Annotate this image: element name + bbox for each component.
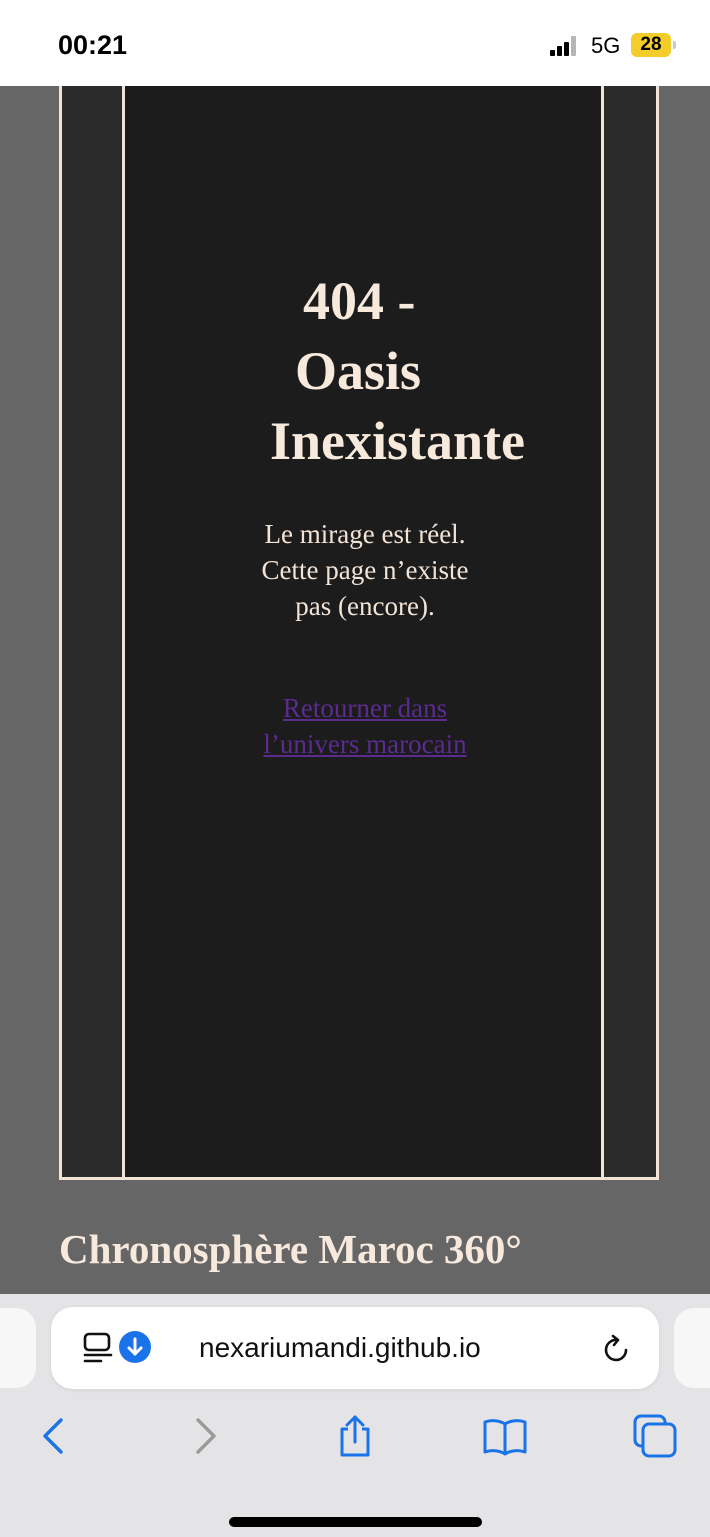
network-type: 5G: [591, 33, 621, 58]
error-panel: 404 - Oasis Inexistante Le mirage est ré…: [122, 86, 604, 1177]
signal-strength-icon: [550, 36, 578, 56]
error-message: Le mirage est réel. Cette page n’existe …: [261, 519, 469, 621]
battery-icon: 28: [631, 33, 671, 57]
previous-tab-preview[interactable]: [0, 1308, 36, 1388]
reload-icon[interactable]: [602, 1333, 632, 1365]
back-icon[interactable]: [29, 1412, 77, 1460]
site-footer-title: Chronosphère Maroc 360°: [59, 1226, 522, 1272]
browser-chrome: nexariumandi.github.io: [0, 1294, 710, 1537]
status-bar: 00:21 5G 28: [0, 0, 710, 86]
error-title-line: Oasis: [295, 341, 422, 401]
return-home-link[interactable]: Retourner dans l’univers marocain: [255, 690, 475, 762]
error-title-line: Inexistante: [270, 411, 525, 471]
error-title: 404 - Oasis Inexistante: [255, 266, 555, 476]
battery-tip: [673, 41, 676, 49]
next-tab-preview[interactable]: [674, 1308, 710, 1388]
share-icon[interactable]: [331, 1412, 379, 1460]
web-content: 404 - Oasis Inexistante Le mirage est ré…: [0, 86, 710, 1294]
status-time: 00:21: [58, 30, 128, 60]
download-icon[interactable]: [119, 1331, 151, 1363]
error-title-line: 404 -: [303, 271, 416, 331]
forward-icon[interactable]: [182, 1412, 230, 1460]
page-frame: 404 - Oasis Inexistante Le mirage est ré…: [59, 86, 659, 1180]
home-indicator[interactable]: [229, 1517, 482, 1527]
url-text[interactable]: nexariumandi.github.io: [199, 1332, 481, 1364]
tabs-icon[interactable]: [631, 1412, 679, 1460]
address-bar[interactable]: nexariumandi.github.io: [51, 1307, 659, 1389]
reader-mode-icon[interactable]: [83, 1331, 113, 1363]
bookmarks-icon[interactable]: [481, 1412, 529, 1460]
